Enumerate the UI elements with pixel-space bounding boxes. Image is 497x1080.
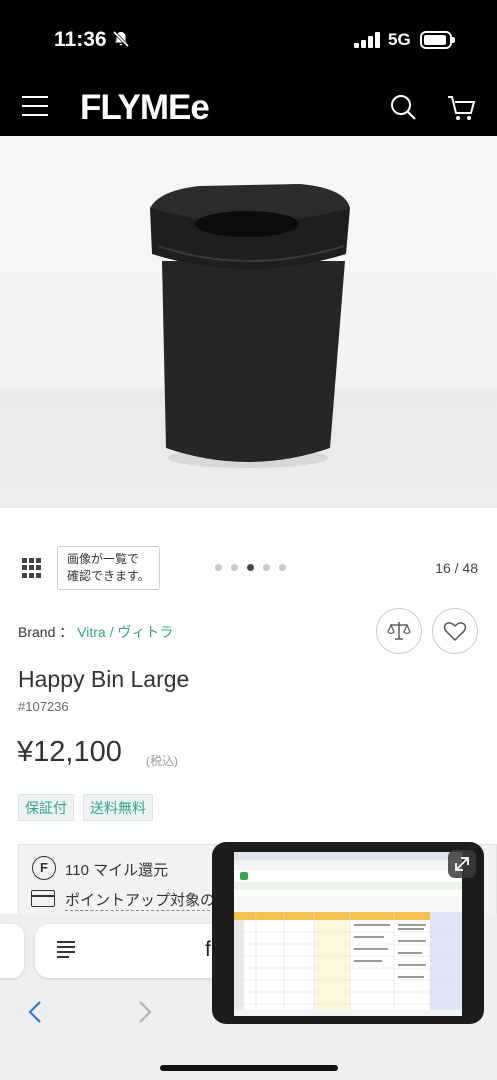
gallery-counter: 16 / 48 bbox=[435, 560, 478, 576]
address-text: f bbox=[205, 938, 211, 961]
badge-warranty: 保証付 bbox=[18, 794, 74, 821]
badge-free-shipping: 送料無料 bbox=[83, 794, 153, 821]
tooltip-line-2: 確認できます。 bbox=[67, 569, 150, 583]
gallery-dots[interactable] bbox=[215, 564, 286, 571]
menu-icon[interactable] bbox=[22, 96, 48, 118]
miles-reward: 110 マイル還元 bbox=[65, 862, 169, 879]
f-circle-icon: F bbox=[32, 856, 56, 880]
expand-icon[interactable] bbox=[448, 850, 476, 878]
back-chevron-icon[interactable] bbox=[26, 1000, 46, 1024]
badges: 保証付 送料無料 bbox=[18, 794, 153, 821]
pip-window[interactable] bbox=[212, 842, 484, 1024]
product-name: Happy Bin Large bbox=[18, 666, 190, 692]
home-indicator bbox=[160, 1065, 338, 1071]
gallery-tooltip: 画像が一覧で 確認できます。 bbox=[57, 546, 160, 590]
gallery-dot-active[interactable] bbox=[247, 564, 254, 571]
trash-bin-illustration bbox=[150, 184, 350, 468]
gallery-dot[interactable] bbox=[279, 564, 286, 571]
point-up-link[interactable]: ポイントアップ対象の bbox=[65, 889, 216, 911]
brand-label: Brand bbox=[18, 624, 56, 640]
pip-spreadsheet-preview bbox=[234, 852, 462, 1016]
card-icon bbox=[31, 890, 55, 907]
gallery-dot[interactable] bbox=[215, 564, 222, 571]
grid-icon[interactable] bbox=[22, 558, 42, 578]
cart-icon[interactable] bbox=[446, 94, 476, 122]
site-header: FLYMEe bbox=[0, 80, 497, 136]
network-label: 5G bbox=[388, 30, 411, 49]
gallery-dot[interactable] bbox=[231, 564, 238, 571]
battery-icon bbox=[420, 31, 455, 49]
brand-separator: ： bbox=[59, 624, 74, 640]
product-price: ¥12,100 bbox=[17, 736, 122, 768]
favorite-button[interactable] bbox=[432, 608, 478, 654]
product-image[interactable] bbox=[0, 136, 497, 508]
gallery-dot[interactable] bbox=[263, 564, 270, 571]
status-bar: 11:36 5G bbox=[0, 0, 497, 80]
reader-icon[interactable] bbox=[57, 941, 75, 961]
status-time: 11:36 bbox=[54, 28, 107, 51]
compare-scale-icon bbox=[387, 622, 411, 640]
search-icon[interactable] bbox=[390, 94, 418, 122]
tooltip-line-1: 画像が一覧で bbox=[67, 552, 140, 566]
gallery-controls: 画像が一覧で 確認できます。 16 / 48 bbox=[0, 540, 497, 596]
site-logo[interactable]: FLYMEe bbox=[80, 88, 210, 128]
signal-icon bbox=[354, 32, 382, 48]
forward-chevron-icon[interactable] bbox=[134, 1000, 154, 1024]
brand-row: Brand ： Vitra / ヴィトラ bbox=[18, 622, 173, 642]
address-bar[interactable]: f bbox=[35, 924, 235, 978]
previous-tab-card[interactable] bbox=[0, 924, 24, 978]
brand-link[interactable]: Vitra / ヴィトラ bbox=[77, 624, 173, 640]
bell-slash-icon bbox=[112, 30, 130, 48]
compare-button[interactable] bbox=[376, 608, 422, 654]
tax-note: (税込) bbox=[146, 754, 178, 768]
heart-icon bbox=[443, 622, 467, 642]
product-code: #107236 bbox=[18, 699, 69, 714]
